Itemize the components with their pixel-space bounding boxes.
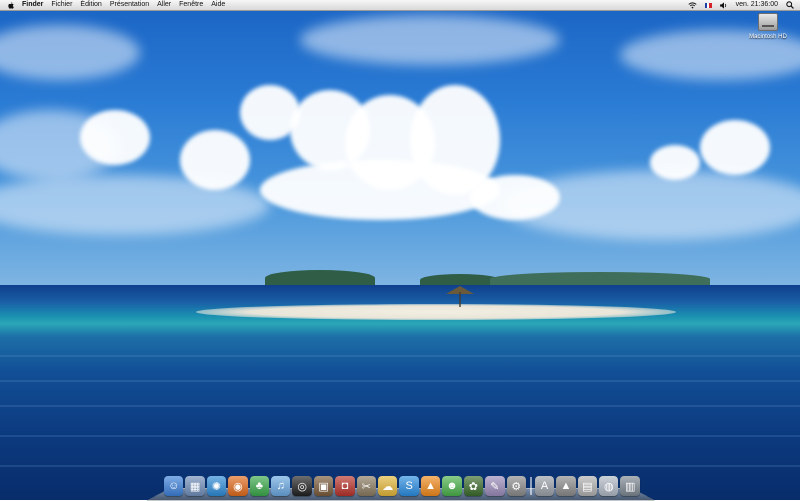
menu-clock[interactable]: ven. 21:36:00 xyxy=(736,0,778,10)
hard-drive-icon[interactable] xyxy=(758,13,778,31)
itunes-icon[interactable]: ♫ xyxy=(271,476,291,496)
dvd-player-icon[interactable]: ◎ xyxy=(292,476,312,496)
distant-island-hill xyxy=(490,272,710,286)
messenger-icon[interactable]: ☻ xyxy=(442,476,462,496)
tools-icon[interactable]: ✂ xyxy=(356,476,377,496)
firefox-icon[interactable]: ◉ xyxy=(228,476,248,496)
documents-stack-icon[interactable]: ▲ xyxy=(556,476,576,496)
dock-separator xyxy=(529,477,532,495)
preview-icon[interactable]: ▦ xyxy=(185,476,205,496)
finder-icon[interactable]: ☺ xyxy=(164,476,184,496)
system-preferences-icon[interactable]: ⚙ xyxy=(506,476,526,496)
hard-drive-label[interactable]: Macintosh HD xyxy=(744,34,792,40)
menu-help[interactable]: Aide xyxy=(211,0,225,10)
wallpaper-sky xyxy=(0,0,800,287)
cyberduck-icon[interactable]: ☁ xyxy=(378,476,398,496)
vlc-icon[interactable]: ▲ xyxy=(420,476,441,496)
menu-window[interactable]: Fenêtre xyxy=(179,0,203,10)
skype-icon[interactable]: S xyxy=(399,476,419,496)
wifi-icon[interactable] xyxy=(688,1,697,9)
photo-booth-icon[interactable]: ◘ xyxy=(335,476,355,496)
script-editor-icon[interactable]: ✎ xyxy=(485,476,505,496)
spotlight-icon[interactable] xyxy=(786,1,794,9)
dock: ☺ ▦ ✺ ◉ ♣ ♫ ◎ ▣ ◘ ✂ ☁ S ▲ ☻ ✿ ✎ ⚙ A ▲ ▤ ◍ ▥ xyxy=(164,472,642,496)
flag-icon[interactable] xyxy=(704,2,712,8)
iphoto-icon[interactable]: ▣ xyxy=(313,476,334,496)
menu-go[interactable]: Aller xyxy=(157,0,171,10)
network-icon[interactable]: ◍ xyxy=(599,476,619,496)
apple-icon[interactable] xyxy=(8,1,14,9)
growl-icon[interactable]: ♣ xyxy=(249,476,270,496)
menu-file[interactable]: Fichier xyxy=(51,0,72,10)
menu-app-finder[interactable]: Finder xyxy=(22,0,43,10)
applications-folder-icon[interactable]: A xyxy=(534,476,555,496)
menu-view[interactable]: Présentation xyxy=(110,0,149,10)
desktop-item-macintosh-hd[interactable]: Macintosh HD xyxy=(744,13,792,40)
desktop-wallpaper xyxy=(0,0,800,500)
adium-icon[interactable]: ✿ xyxy=(463,476,484,496)
distant-island-hill xyxy=(265,270,375,286)
volume-icon[interactable] xyxy=(719,1,728,9)
sand-island xyxy=(196,304,676,320)
safari-icon[interactable]: ✺ xyxy=(206,476,227,496)
downloads-stack-icon[interactable]: ▤ xyxy=(577,476,598,496)
menu-edit[interactable]: Édition xyxy=(80,0,101,10)
palm-umbrella-icon xyxy=(446,286,474,307)
menu-extras: ven. 21:36:00 xyxy=(680,0,794,10)
menu-bar: Finder Fichier Édition Présentation Alle… xyxy=(0,0,800,11)
trash-icon[interactable]: ▥ xyxy=(620,476,640,496)
